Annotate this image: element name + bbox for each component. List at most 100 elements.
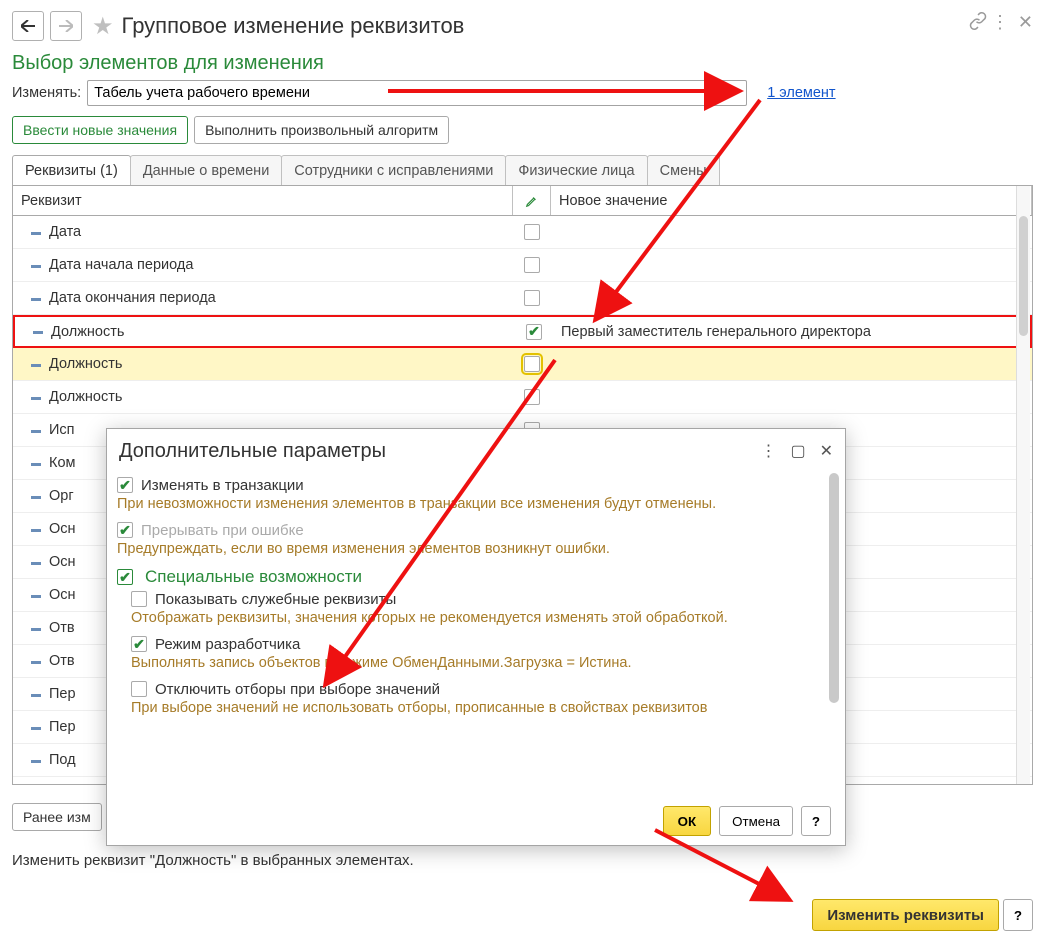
section-title: Выбор элементов для изменения <box>12 52 324 75</box>
requisite-name: Ком <box>49 455 75 471</box>
hint-developer-mode: Выполнять запись объектов в режиме Обмен… <box>131 655 835 671</box>
attribute-icon: ▬ <box>31 689 39 700</box>
checkbox-developer-mode[interactable]: ✔ <box>131 636 147 652</box>
label-interrupt: Прерывать при ошибке <box>141 522 304 539</box>
link-icon[interactable] <box>969 12 987 34</box>
requisite-name: Осн <box>49 554 76 570</box>
attribute-icon: ▬ <box>33 326 41 337</box>
requisite-name: Должность <box>51 324 124 340</box>
selected-elements-link[interactable]: 1 элемент <box>767 85 835 101</box>
hint-show-service: Отображать реквизиты, значения которых н… <box>131 610 835 626</box>
previous-changes-button[interactable]: Ранее изм <box>12 803 102 831</box>
tab-requisites[interactable]: Реквизиты (1) <box>12 155 131 185</box>
requisite-name: Осн <box>49 587 76 603</box>
attribute-icon: ▬ <box>31 425 39 436</box>
row-checkbox[interactable]: ✔ <box>526 324 542 340</box>
requisite-name: Дата <box>49 224 81 240</box>
label-transaction: Изменять в транзакции <box>141 477 304 494</box>
table-row[interactable]: ▬ Дата начала периода <box>13 249 1032 282</box>
attribute-icon: ▬ <box>31 293 39 304</box>
attribute-icon: ▬ <box>31 656 39 667</box>
table-row[interactable]: ▬ Должность <box>13 381 1032 414</box>
close-icon[interactable]: ✕ <box>1018 12 1033 33</box>
run-algorithm-button[interactable]: Выполнить произвольный алгоритм <box>194 116 449 144</box>
change-combobox[interactable] <box>87 80 747 106</box>
table-row[interactable]: ▬ Дата окончания периода <box>13 282 1032 315</box>
new-value-cell[interactable]: Первый заместитель генерального директор… <box>553 324 1030 340</box>
row-checkbox[interactable] <box>524 290 540 306</box>
col-new-value: Новое значение <box>551 186 1032 215</box>
tabs-bar: Реквизиты (1) Данные о времени Сотрудник… <box>12 155 1033 185</box>
requisite-name: Отв <box>49 620 75 636</box>
dialog-close-icon[interactable]: ✕ <box>820 441 833 461</box>
col-requisite: Реквизит <box>13 186 513 215</box>
dialog-maximize-icon[interactable]: ▢ <box>790 441 805 461</box>
tab-employees[interactable]: Сотрудники с исправлениями <box>281 155 506 185</box>
checkbox-show-service[interactable] <box>131 591 147 607</box>
back-button[interactable] <box>12 11 44 41</box>
table-row[interactable]: ▬ Должность ✔ Первый заместитель генерально… <box>13 315 1032 348</box>
help-button[interactable]: ? <box>1003 899 1033 931</box>
additional-params-dialog: Дополнительные параметры ⋮ ▢ ✕ ✔ Изменят… <box>106 428 846 846</box>
requisite-name: Исп <box>49 422 75 438</box>
grid-scrollbar[interactable] <box>1016 186 1030 784</box>
attribute-icon: ▬ <box>31 755 39 766</box>
attribute-icon: ▬ <box>31 557 39 568</box>
requisite-name: Должность <box>49 389 122 405</box>
row-checkbox[interactable] <box>524 356 540 372</box>
label-show-service: Показывать служебные реквизиты <box>155 591 396 608</box>
kebab-icon[interactable]: ⋮ <box>991 12 1009 33</box>
requisite-name: Отв <box>49 653 75 669</box>
hint-interrupt: Предупреждать, если во время изменения э… <box>117 541 835 557</box>
requisite-name: Дата начала периода <box>49 257 193 273</box>
attribute-icon: ▬ <box>31 590 39 601</box>
col-edit-icon <box>513 186 551 215</box>
row-checkbox[interactable] <box>524 224 540 240</box>
label-special: Специальные возможности <box>145 567 362 587</box>
checkbox-transaction[interactable]: ✔ <box>117 477 133 493</box>
tab-time-data[interactable]: Данные о времени <box>130 155 282 185</box>
requisite-name: Пер <box>49 719 76 735</box>
favorite-star-icon[interactable]: ★ <box>92 12 114 41</box>
attribute-icon: ▬ <box>31 623 39 634</box>
checkbox-disable-filters[interactable] <box>131 681 147 697</box>
change-label: Изменять: <box>12 85 81 101</box>
hint-disable-filters: При выборе значений не использовать отбо… <box>131 700 835 716</box>
checkbox-special[interactable]: ✔ <box>117 569 133 585</box>
label-disable-filters: Отключить отборы при выборе значений <box>155 681 440 698</box>
requisite-name: Осн <box>49 521 76 537</box>
forward-button[interactable] <box>50 11 82 41</box>
dialog-cancel-button[interactable]: Отмена <box>719 806 793 836</box>
dialog-scrollbar[interactable] <box>827 473 841 793</box>
requisite-name: Пер <box>49 686 76 702</box>
requisite-name: Орг <box>49 488 74 504</box>
attribute-icon: ▬ <box>31 722 39 733</box>
change-requisites-button[interactable]: Изменить реквизиты <box>812 899 999 931</box>
table-row[interactable]: ▬ Дата <box>13 216 1032 249</box>
chevron-down-icon[interactable]: ▾ <box>725 84 743 102</box>
attribute-icon: ▬ <box>31 458 39 469</box>
attribute-icon: ▬ <box>31 227 39 238</box>
attribute-icon: ▬ <box>31 260 39 271</box>
row-checkbox[interactable] <box>524 257 540 273</box>
table-row[interactable]: ▬ Должность <box>13 348 1032 381</box>
dialog-kebab-icon[interactable]: ⋮ <box>760 441 776 461</box>
dialog-title: Дополнительные параметры <box>119 440 386 463</box>
dialog-ok-button[interactable]: ОК <box>663 806 712 836</box>
dialog-help-button[interactable]: ? <box>801 806 831 836</box>
checkbox-interrupt[interactable]: ✔ <box>117 522 133 538</box>
attribute-icon: ▬ <box>31 524 39 535</box>
attribute-icon: ▬ <box>31 359 39 370</box>
tab-shifts[interactable]: Смены <box>647 155 720 185</box>
hint-transaction: При невозможности изменения элементов в … <box>117 496 835 512</box>
requisite-name: Дата окончания периода <box>49 290 216 306</box>
attribute-icon: ▬ <box>31 491 39 502</box>
row-checkbox[interactable] <box>524 389 540 405</box>
enter-values-button[interactable]: Ввести новые значения <box>12 116 188 144</box>
window-title: Групповое изменение реквизитов <box>122 13 465 39</box>
tab-persons[interactable]: Физические лица <box>505 155 647 185</box>
summary-text: Изменить реквизит "Должность" в выбранны… <box>12 852 414 869</box>
label-developer-mode: Режим разработчика <box>155 636 300 653</box>
requisite-name: Должность <box>49 356 122 372</box>
attribute-icon: ▬ <box>31 392 39 403</box>
